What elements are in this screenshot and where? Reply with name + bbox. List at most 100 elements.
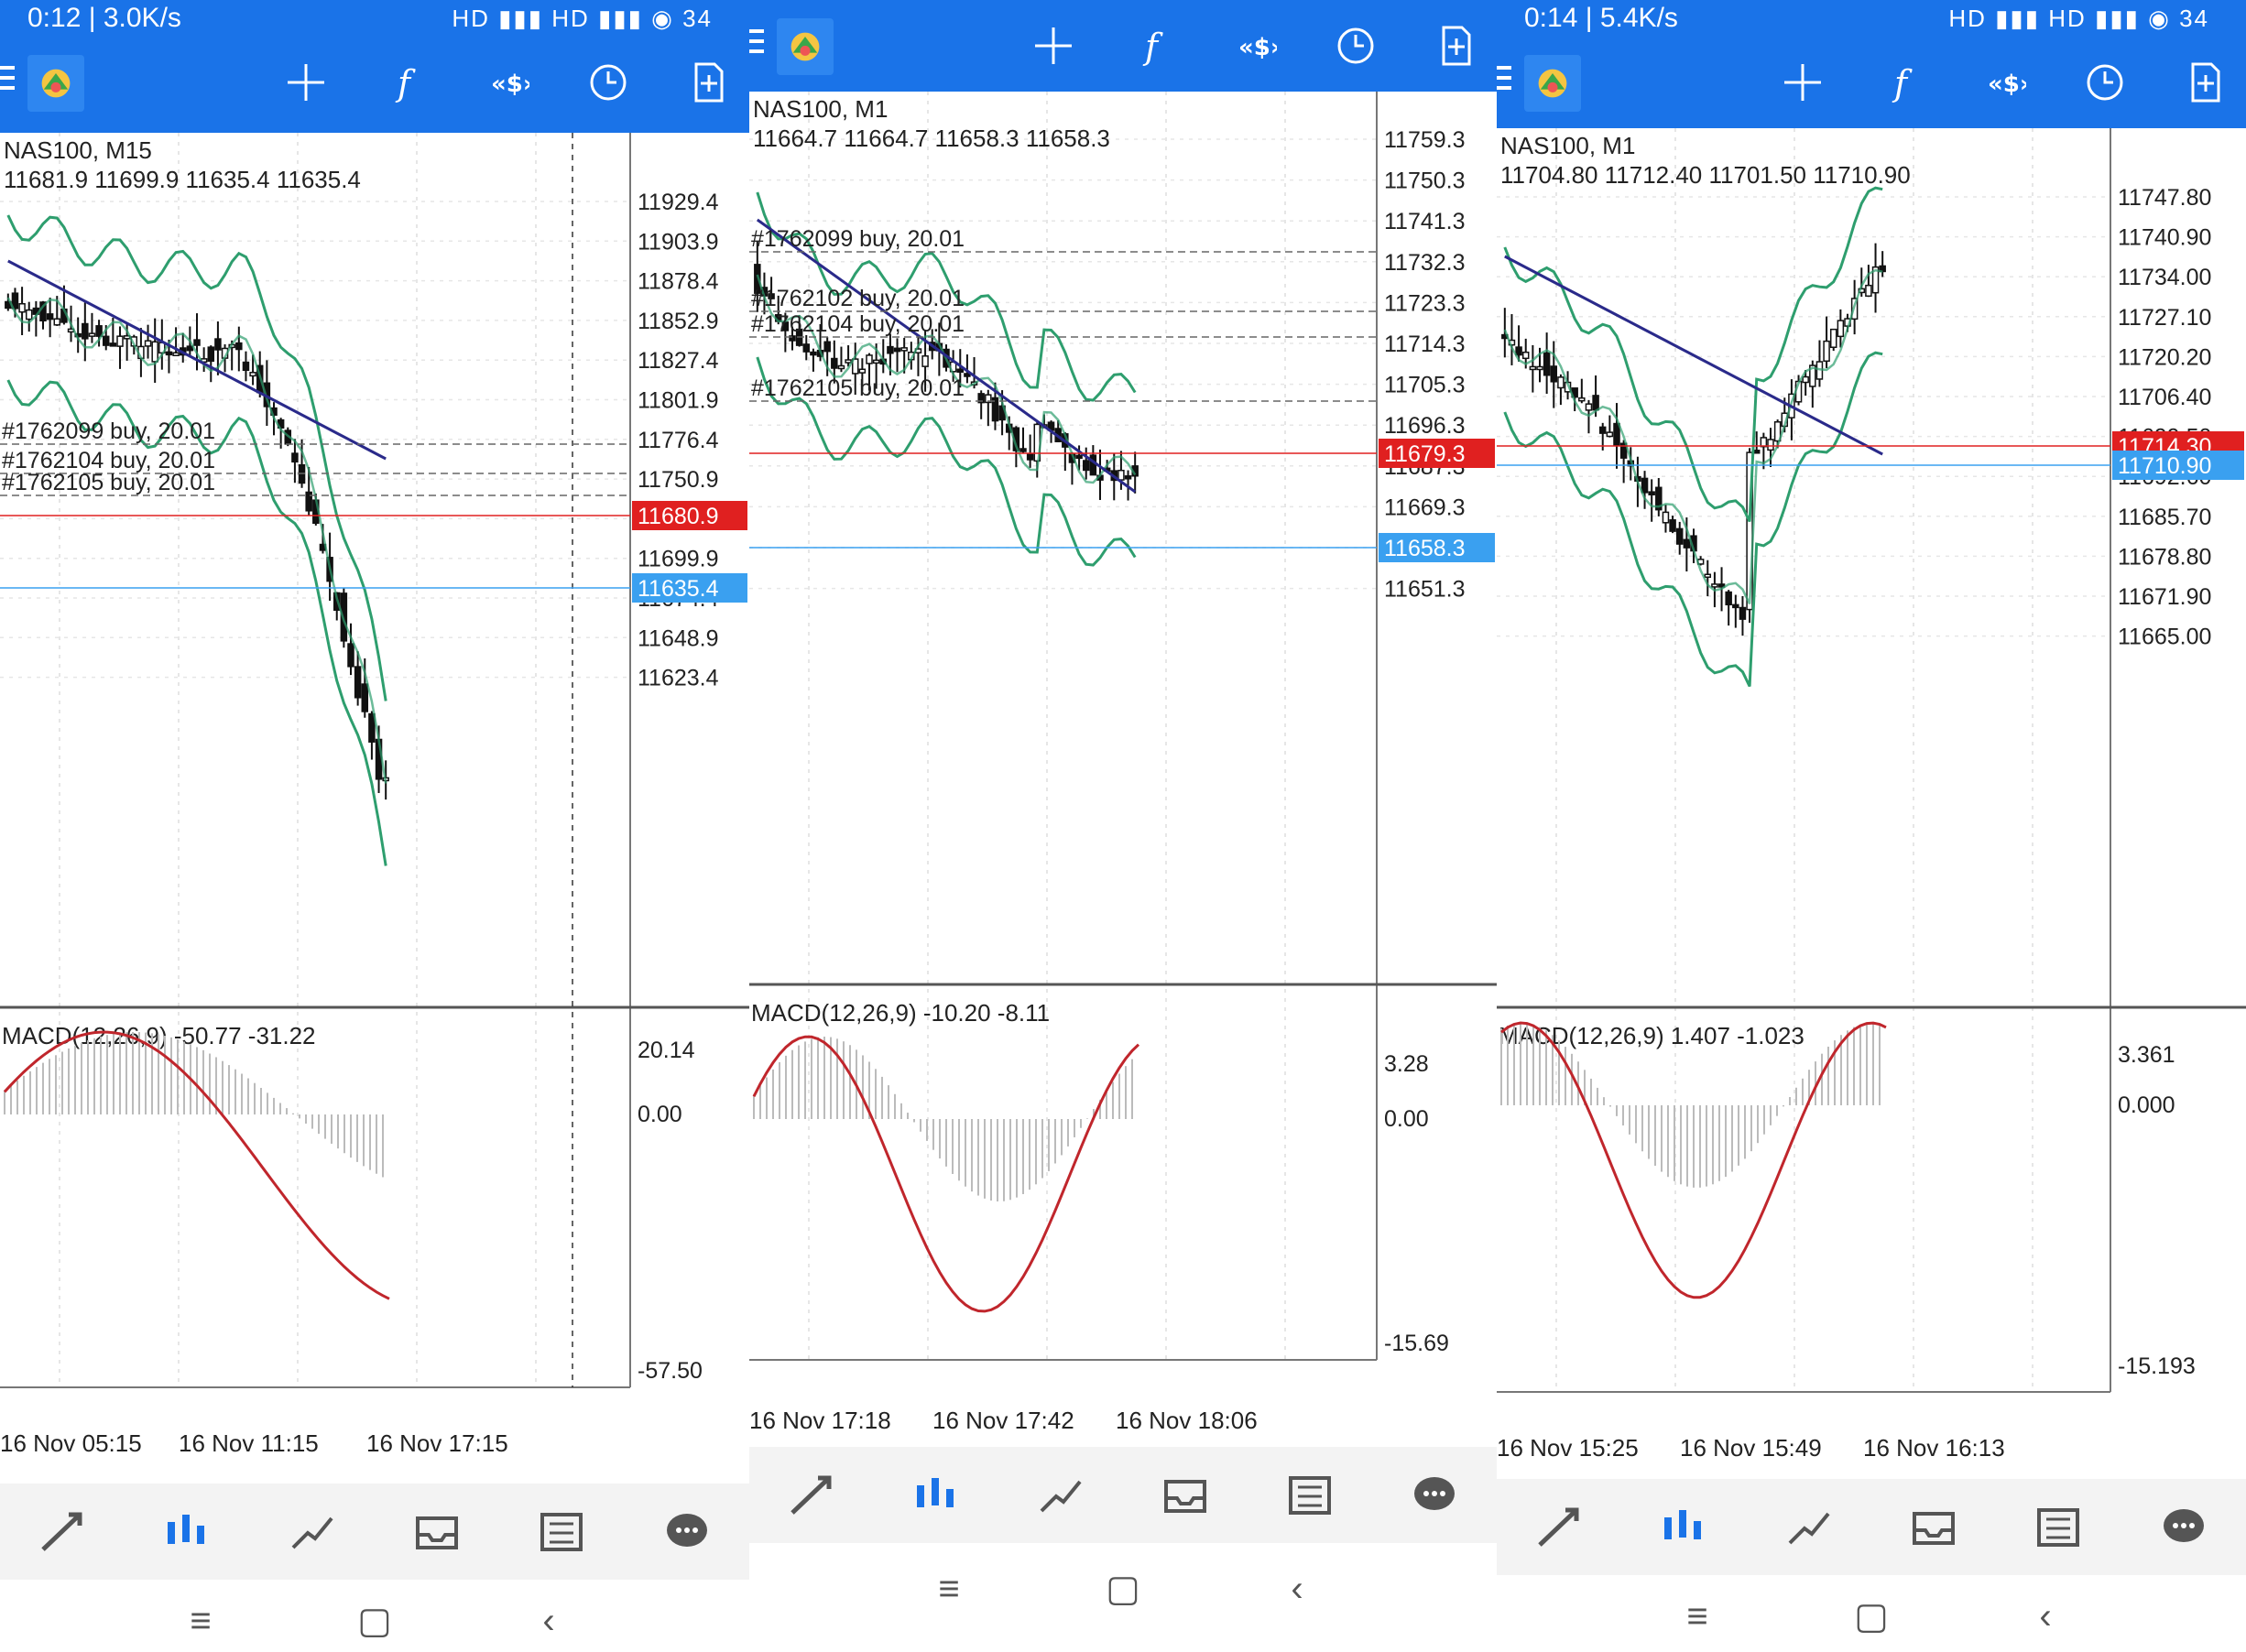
price-tick-label: 11801.9	[638, 388, 719, 414]
candle-body	[1739, 606, 1747, 620]
menu-icon[interactable]	[749, 29, 766, 62]
candle-body	[802, 343, 811, 353]
candle-body	[1767, 439, 1774, 451]
home-icon[interactable]: ▢	[1105, 1568, 1141, 1610]
crosshair-icon[interactable]	[1781, 57, 1825, 108]
candle-body	[1669, 519, 1676, 532]
price-tick-label: 11623.4	[638, 666, 719, 691]
indicators-icon[interactable]: f	[1132, 20, 1176, 71]
candle-body	[1829, 328, 1837, 348]
candle-body	[46, 313, 54, 321]
price-tick-label: 11750.9	[638, 467, 719, 493]
app-logo-icon[interactable]	[1524, 55, 1581, 112]
candle-body	[144, 340, 152, 347]
app-toolbar: f «$»	[1497, 37, 2246, 128]
recents-icon[interactable]: ≡	[931, 1569, 967, 1610]
new-order-icon[interactable]	[687, 57, 731, 108]
candle-body	[354, 666, 362, 699]
app-logo-icon[interactable]	[27, 55, 84, 112]
history-nav-icon[interactable]	[1904, 1498, 1963, 1557]
new-order-icon[interactable]	[1434, 20, 1478, 71]
system-nav: ≡ ▢ ‹	[749, 1548, 1497, 1630]
timeframe-clock-icon[interactable]	[2083, 57, 2127, 108]
price-tick-label: 11706.40	[2118, 385, 2211, 410]
price-chart[interactable]: 11747.80 11740.90 11734.00 11727.10 11720.20…	[1497, 128, 2246, 1484]
trade-icon[interactable]: «$»	[1982, 57, 2035, 108]
menu-icon[interactable]	[1497, 66, 1513, 99]
chart-nav-icon[interactable]	[1654, 1498, 1713, 1557]
candle-body	[347, 643, 354, 668]
candle-body	[845, 359, 852, 364]
trade-nav-icon[interactable]	[1780, 1498, 1838, 1557]
menu-icon[interactable]	[0, 66, 16, 99]
order-label: #1762104 buy, 20.01	[751, 311, 965, 337]
trade-nav-icon[interactable]	[1031, 1466, 1090, 1525]
candle-body	[1585, 403, 1593, 411]
chart-nav-icon[interactable]	[907, 1466, 965, 1525]
back-icon[interactable]: ‹	[2027, 1596, 2064, 1637]
quotes-nav-icon[interactable]	[1530, 1498, 1588, 1557]
indicators-icon[interactable]: f	[385, 57, 429, 108]
back-icon[interactable]: ‹	[1279, 1569, 1315, 1610]
home-icon[interactable]: ▢	[356, 1600, 393, 1642]
chat-nav-icon[interactable]	[658, 1503, 716, 1561]
recents-icon[interactable]: ≡	[1679, 1596, 1716, 1637]
history-nav-icon[interactable]	[408, 1503, 466, 1561]
quotes-nav-icon[interactable]	[33, 1503, 92, 1561]
candle-body	[109, 342, 117, 347]
chat-nav-icon[interactable]	[2154, 1498, 2213, 1557]
home-icon[interactable]: ▢	[1853, 1595, 1890, 1637]
timeframe-clock-icon[interactable]	[1334, 20, 1378, 71]
price-chart[interactable]: 11929.4 11903.9 11878.4 11852.9 11827.4 11801…	[0, 133, 749, 1488]
status-bar: 0:12 | 3.0K/s HD ▮▮▮ HD ▮▮▮ ◉ 34	[0, 0, 749, 37]
recents-icon[interactable]: ≡	[182, 1601, 219, 1642]
crosshair-icon[interactable]	[1031, 20, 1075, 71]
status-bar: 0:14 | 5.4K/s HD ▮▮▮ HD ▮▮▮ ◉ 34	[1497, 0, 2246, 37]
price-tick-label: 11699.9	[638, 547, 719, 572]
candle-body	[866, 354, 873, 364]
price-tick-label: 11741.3	[1384, 209, 1466, 234]
candle-body	[1118, 469, 1125, 481]
ask-price-label: 11658.3	[1384, 536, 1466, 561]
price-chart[interactable]: 11759.3 11750.3 11741.3 11732.3 11723.3 11714…	[749, 92, 1497, 1447]
trade-nav-icon[interactable]	[283, 1503, 342, 1561]
order-label: #1762105 buy, 20.01	[751, 375, 965, 401]
macd-tick-label: 0.00	[638, 1102, 682, 1127]
price-tick-label: 11665.00	[2118, 625, 2211, 650]
price-tick-label: 11734.00	[2118, 265, 2211, 290]
candle-body	[831, 357, 838, 369]
news-nav-icon[interactable]	[2029, 1498, 2088, 1557]
price-tick-label: 11776.4	[638, 428, 719, 453]
chat-nav-icon[interactable]	[1405, 1466, 1464, 1525]
app-toolbar: f «$»	[0, 37, 749, 133]
candle-body	[900, 347, 908, 352]
app-logo-icon[interactable]	[777, 18, 834, 75]
trade-icon[interactable]: «$»	[485, 57, 539, 108]
timeframe-clock-icon[interactable]	[586, 57, 630, 108]
news-nav-icon[interactable]	[1281, 1466, 1339, 1525]
candle-body	[1752, 450, 1761, 454]
news-nav-icon[interactable]	[532, 1503, 591, 1561]
trade-icon[interactable]: «$»	[1233, 20, 1286, 71]
chart-nav-icon[interactable]	[158, 1503, 216, 1561]
candle-body	[893, 347, 901, 353]
back-icon[interactable]: ‹	[530, 1601, 567, 1642]
history-nav-icon[interactable]	[1156, 1466, 1215, 1525]
candle-body	[25, 309, 33, 321]
bottom-nav	[0, 1484, 749, 1580]
status-left: 0:12 | 3.0K/s	[27, 3, 181, 33]
candle-body	[823, 341, 831, 353]
price-tick-label: 11732.3	[1384, 250, 1466, 276]
time-tick-label: 16 Nov 17:15	[366, 1429, 508, 1457]
svg-text:f: f	[1142, 27, 1163, 67]
quotes-nav-icon[interactable]	[782, 1466, 841, 1525]
time-tick-label: 16 Nov 15:49	[1680, 1434, 1822, 1462]
order-label: #1762102 buy, 20.01	[751, 286, 965, 311]
indicators-icon[interactable]: f	[1881, 57, 1925, 108]
price-tick-label: 11669.3	[1384, 495, 1466, 520]
order-label: #1762099 buy, 20.01	[2, 418, 215, 444]
candle-body	[872, 359, 880, 364]
candle-body	[1550, 365, 1558, 383]
crosshair-icon[interactable]	[284, 57, 328, 108]
new-order-icon[interactable]	[2184, 57, 2228, 108]
